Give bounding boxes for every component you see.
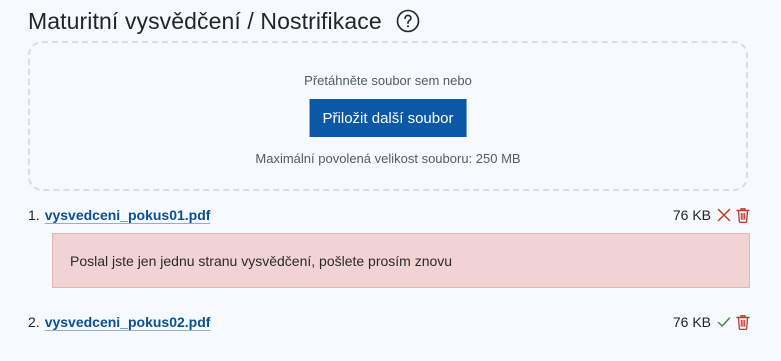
- trash-icon[interactable]: [736, 207, 750, 223]
- file-meta: 76 KB: [673, 314, 750, 330]
- file-item: 2. vysvedceni_pokus02.pdf 76 KB: [28, 311, 750, 333]
- dropzone-hint: Přetáhněte soubor sem nebo: [304, 73, 472, 88]
- file-link[interactable]: vysvedceni_pokus01.pdf: [45, 207, 211, 223]
- file-error-message: Poslal jste jen jednu stranu vysvědčení,…: [52, 233, 750, 288]
- attach-file-button[interactable]: Přiložit další soubor: [309, 99, 467, 137]
- file-size: 76 KB: [672, 207, 711, 223]
- file-meta: 76 KB: [673, 207, 750, 223]
- file-index: 2.: [28, 314, 40, 330]
- file-dropzone[interactable]: Přetáhněte soubor sem nebo Přiložit dalš…: [28, 41, 748, 191]
- check-icon: [717, 317, 731, 327]
- x-icon: [717, 208, 731, 222]
- trash-icon[interactable]: [736, 314, 750, 330]
- file-size: 76 KB: [672, 314, 711, 330]
- page-title: Maturitní vysvědčení / Nostrifikace: [28, 7, 382, 34]
- file-item: 1. vysvedceni_pokus01.pdf 76 KB: [28, 204, 750, 226]
- file-link[interactable]: vysvedceni_pokus02.pdf: [45, 314, 211, 330]
- file-index: 1.: [28, 207, 40, 223]
- max-file-size-note: Maximální povolená velikost souboru: 250…: [255, 151, 521, 166]
- section-header: Maturitní vysvědčení / Nostrifikace: [28, 4, 420, 38]
- question-circle-icon[interactable]: [396, 9, 420, 33]
